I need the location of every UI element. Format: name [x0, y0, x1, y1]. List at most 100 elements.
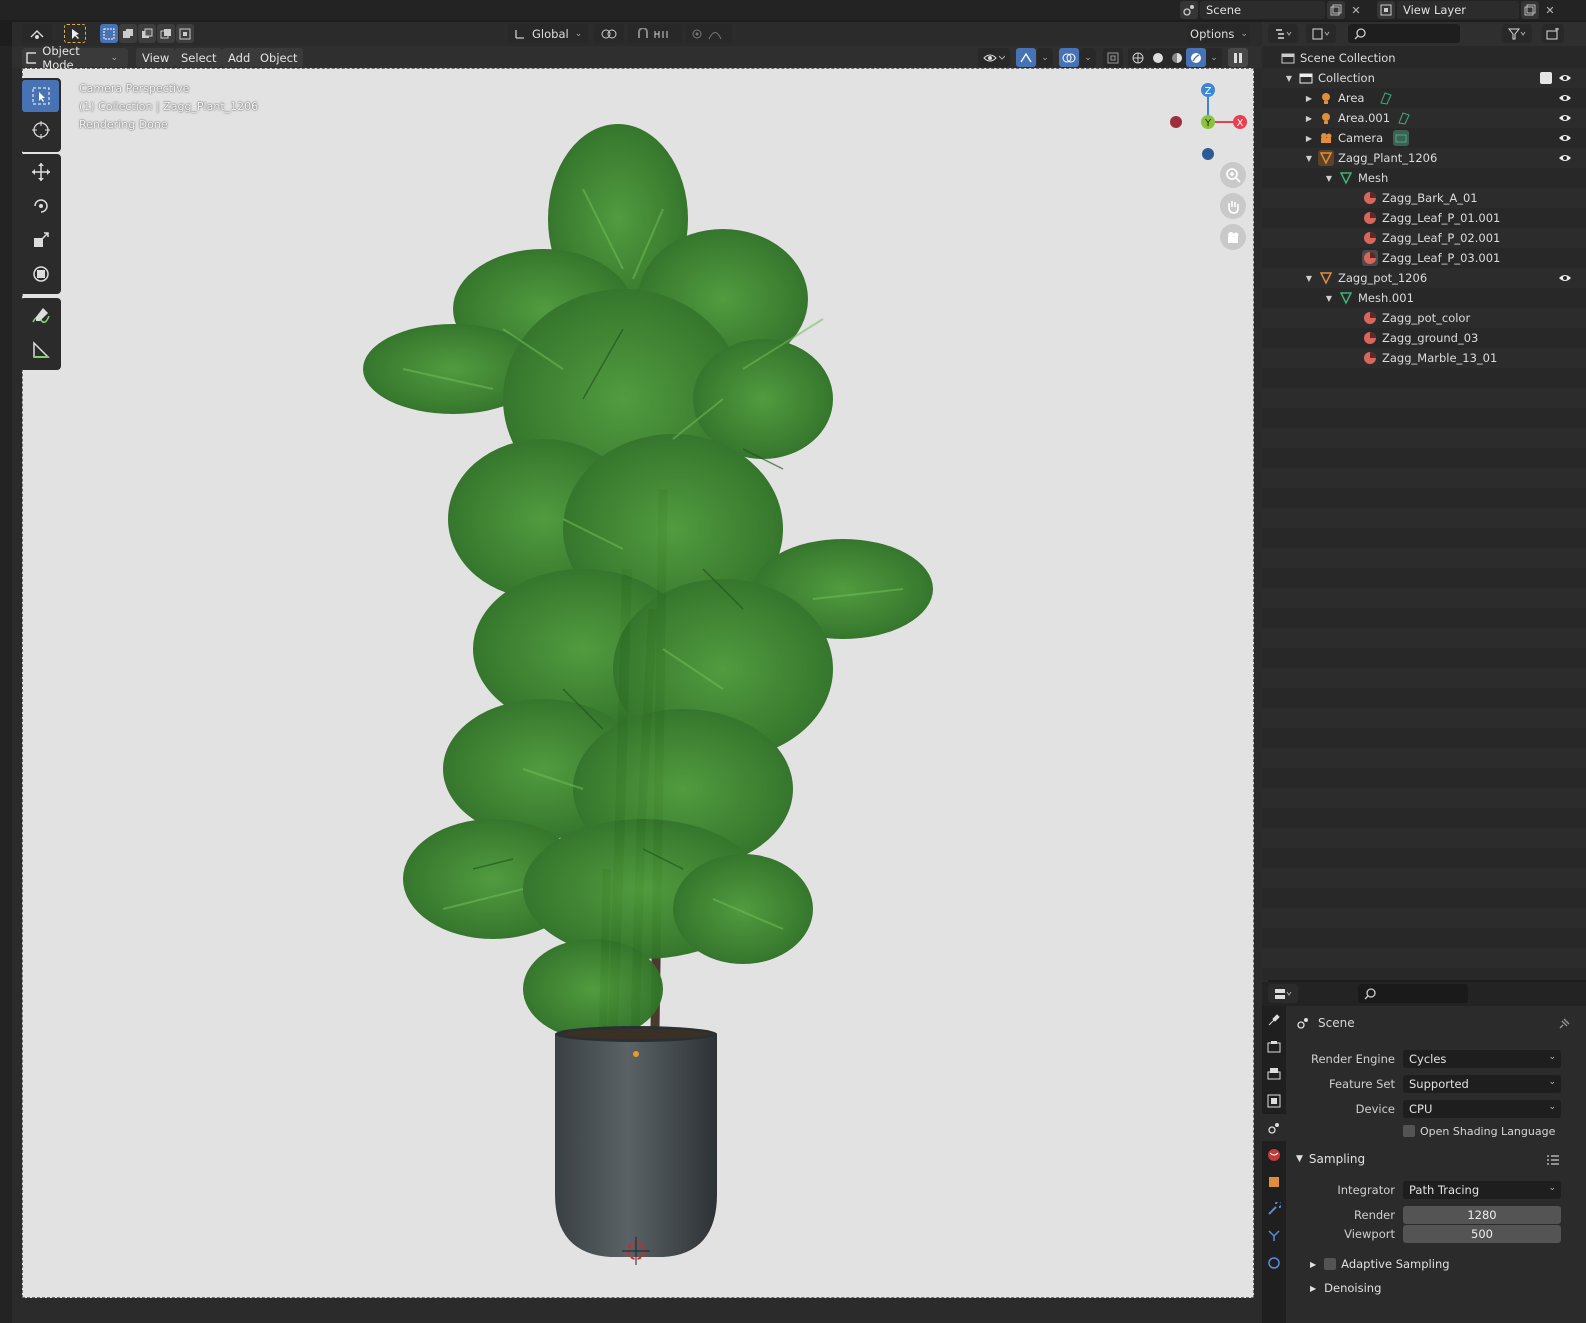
overlays-dropdown-icon[interactable]: ⌄	[1080, 48, 1096, 67]
outliner-row-material[interactable]: Zagg_pot_color	[1262, 308, 1586, 328]
properties-search-input[interactable]	[1358, 984, 1468, 1003]
close-view-layer-icon[interactable]: ✕	[1541, 1, 1559, 19]
view-layer-tab-icon[interactable]	[1262, 1087, 1286, 1114]
new-scene-icon[interactable]	[1327, 1, 1345, 19]
new-view-layer-icon[interactable]	[1521, 1, 1539, 19]
gizmo-dropdown-icon[interactable]: ⌄	[1037, 48, 1053, 67]
render-tab-icon[interactable]	[1262, 1033, 1286, 1060]
visibility-eye-icon[interactable]	[1558, 151, 1572, 165]
scene-selector[interactable]: Scene	[1200, 1, 1325, 19]
rotate-tool-icon[interactable]	[22, 190, 59, 222]
outliner-row-material[interactable]: Zagg_Leaf_P_01.001	[1262, 208, 1586, 228]
scene-tab-icon[interactable]	[1262, 1114, 1286, 1141]
expand-arrow-icon[interactable]: ▶	[1304, 114, 1314, 123]
close-scene-icon[interactable]: ✕	[1347, 1, 1365, 19]
proportional-editing-icon[interactable]	[686, 24, 732, 43]
feature-set-dropdown[interactable]: Supported ⌄	[1403, 1075, 1561, 1093]
mode-dropdown[interactable]: Object Mode ⌄	[22, 44, 128, 72]
zoom-icon[interactable]	[1220, 162, 1246, 188]
gizmo-toggle-icon[interactable]	[1016, 48, 1036, 67]
modifier-tab-icon[interactable]	[1262, 1195, 1286, 1222]
cursor-tool-icon[interactable]	[22, 114, 59, 146]
visibility-eye-icon[interactable]	[1558, 91, 1572, 105]
outliner-row-material[interactable]: Zagg_Leaf_P_02.001	[1262, 228, 1586, 248]
select-difference-icon[interactable]	[157, 24, 175, 43]
outliner-row-mesh-001[interactable]: ▼ Mesh.001	[1262, 288, 1586, 308]
new-collection-icon[interactable]	[1542, 24, 1564, 43]
scene-icon[interactable]	[1180, 1, 1198, 19]
osl-row[interactable]: Open Shading Language	[1290, 1121, 1586, 1141]
shading-dropdown-icon[interactable]: ⌄	[1206, 48, 1222, 67]
options-dropdown[interactable]: Options ⌄	[1188, 24, 1250, 43]
wireframe-shading-icon[interactable]	[1128, 48, 1148, 67]
view-layer-icon[interactable]	[1377, 1, 1395, 19]
outliner-row-area-001[interactable]: ▶ Area.001	[1262, 108, 1586, 128]
world-tab-icon[interactable]	[1262, 1141, 1286, 1168]
measure-tool-icon[interactable]	[22, 334, 59, 366]
overlays-toggle-icon[interactable]	[1059, 48, 1079, 67]
denoising-header[interactable]: ▶ Denoising	[1310, 1281, 1381, 1295]
outliner-row-zagg-plant[interactable]: ▼ Zagg_Plant_1206	[1262, 148, 1586, 168]
collapse-arrow-icon[interactable]: ▼	[1324, 174, 1334, 183]
select-subtract-icon[interactable]	[138, 24, 156, 43]
particles-tab-icon[interactable]	[1262, 1222, 1286, 1249]
adaptive-sampling-header[interactable]: ▶ Adaptive Sampling	[1310, 1257, 1450, 1271]
visibility-eye-icon[interactable]	[1558, 111, 1572, 125]
view-layer-selector[interactable]: View Layer	[1397, 1, 1519, 19]
output-tab-icon[interactable]	[1262, 1060, 1286, 1087]
collapse-arrow-icon[interactable]: ▼	[1304, 154, 1314, 163]
object-tab-icon[interactable]	[1262, 1168, 1286, 1195]
outliner-row-material[interactable]: Zagg_Bark_A_01	[1262, 188, 1586, 208]
outliner-row-material[interactable]: Zagg_Leaf_P_03.001	[1262, 248, 1586, 268]
integrator-dropdown[interactable]: Path Tracing ⌄	[1403, 1181, 1561, 1199]
osl-checkbox[interactable]	[1403, 1125, 1415, 1137]
properties-editor-icon[interactable]	[1268, 984, 1298, 1003]
presets-list-icon[interactable]	[1546, 1154, 1560, 1166]
expand-arrow-icon[interactable]: ▶	[1304, 134, 1314, 143]
tool-tab-icon[interactable]	[1262, 1006, 1286, 1033]
camera-view-icon[interactable]	[1220, 224, 1246, 250]
xray-toggle-icon[interactable]	[1103, 48, 1123, 67]
select-tool-icon[interactable]	[64, 24, 86, 43]
outliner-row-mesh[interactable]: ▼ Mesh	[1262, 168, 1586, 188]
scale-tool-icon[interactable]	[22, 224, 59, 256]
physics-tab-icon[interactable]	[1262, 1249, 1286, 1276]
device-dropdown[interactable]: CPU ⌄	[1403, 1100, 1561, 1118]
rendered-shading-icon[interactable]	[1186, 48, 1206, 67]
visibility-eye-icon[interactable]	[1558, 271, 1572, 285]
collapse-arrow-icon[interactable]: ▼	[1324, 294, 1334, 303]
viewport-samples-field[interactable]: 500	[1403, 1225, 1561, 1243]
outliner-row-scene-collection[interactable]: Scene Collection	[1262, 48, 1586, 68]
outliner-row-collection[interactable]: ▼ Collection	[1262, 68, 1586, 88]
select-box-tool-icon[interactable]	[22, 80, 59, 112]
view-menu[interactable]: View	[136, 48, 176, 67]
select-intersect-icon[interactable]	[176, 24, 194, 43]
select-extend-icon[interactable]	[119, 24, 137, 43]
transform-tool-icon[interactable]	[22, 258, 59, 290]
outliner-row-camera[interactable]: ▶ Camera	[1262, 128, 1586, 148]
select-new-icon[interactable]	[100, 24, 118, 43]
outliner-row-material[interactable]: Zagg_Marble_13_01	[1262, 348, 1586, 368]
sampling-section-header[interactable]: ▼ Sampling	[1296, 1152, 1365, 1166]
render-canvas[interactable]: Camera Perspective (1) Collection | Zagg…	[22, 68, 1254, 1298]
adaptive-sampling-checkbox[interactable]	[1324, 1258, 1337, 1270]
navigation-gizmo[interactable]: Z Y X	[1168, 80, 1258, 170]
add-menu[interactable]: Add	[222, 48, 257, 67]
editor-type-icon[interactable]	[22, 24, 52, 43]
object-menu[interactable]: Object	[254, 48, 304, 67]
display-mode-icon[interactable]	[1306, 24, 1336, 43]
select-menu[interactable]: Select	[175, 48, 223, 67]
outliner-row-material[interactable]: Zagg_ground_03	[1262, 328, 1586, 348]
visibility-dropdown-icon[interactable]	[978, 48, 1010, 67]
pause-render-icon[interactable]	[1228, 48, 1248, 67]
visibility-eye-icon[interactable]	[1558, 71, 1572, 85]
visibility-eye-icon[interactable]	[1558, 131, 1572, 145]
collapse-arrow-icon[interactable]: ▼	[1284, 74, 1294, 83]
outliner-search-input[interactable]	[1348, 24, 1460, 43]
filter-icon[interactable]	[1502, 24, 1532, 43]
pivot-point-icon[interactable]	[594, 24, 624, 43]
pan-hand-icon[interactable]	[1220, 193, 1246, 219]
render-samples-field[interactable]: 1280	[1403, 1206, 1561, 1224]
pin-icon[interactable]	[1558, 1018, 1570, 1030]
render-engine-dropdown[interactable]: Cycles ⌄	[1403, 1050, 1561, 1068]
